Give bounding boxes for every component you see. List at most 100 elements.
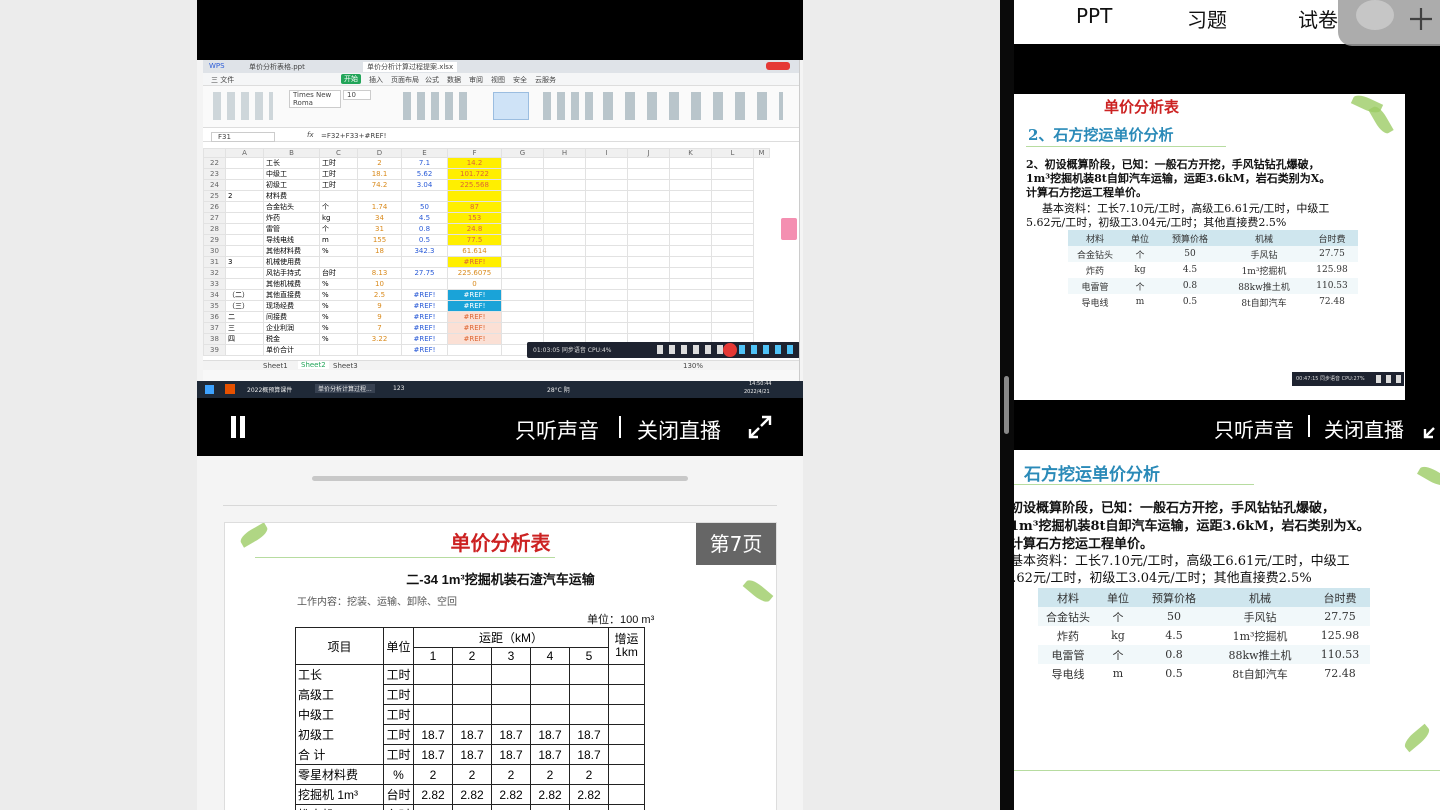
xlsx-file-tab[interactable]: 单价分析计算过程提案.xlsx xyxy=(363,62,458,72)
column-header-f[interactable]: F xyxy=(447,148,502,158)
cell-c[interactable]: 个 xyxy=(319,223,358,235)
audio-only-button[interactable]: 只听声音 xyxy=(1214,414,1294,443)
cell-empty[interactable] xyxy=(627,289,670,301)
column-header-g[interactable]: G xyxy=(501,148,544,158)
windows-start-icon[interactable] xyxy=(205,385,214,394)
cell-d[interactable]: 155 xyxy=(357,234,402,246)
formula-input[interactable]: =F32+F33+#REF! xyxy=(321,132,386,140)
audio-only-button[interactable]: 只听声音 xyxy=(515,415,599,445)
menu-view[interactable]: 视图 xyxy=(491,75,505,85)
cell-empty[interactable] xyxy=(627,179,670,191)
cell-empty[interactable] xyxy=(585,201,628,213)
cell-b[interactable]: 风钻手持式 xyxy=(263,267,320,279)
cell-d[interactable]: 1.74 xyxy=(357,201,402,213)
cell-empty[interactable] xyxy=(711,179,754,191)
menu-insert[interactable]: 插入 xyxy=(369,75,383,85)
cell-empty[interactable] xyxy=(543,168,586,180)
drag-handle[interactable] xyxy=(312,476,688,481)
cell-b[interactable]: 间接费 xyxy=(263,311,320,323)
cell-empty[interactable] xyxy=(501,300,544,312)
cell-f[interactable]: 87 xyxy=(447,201,502,213)
cell-b[interactable]: 炸药 xyxy=(263,212,320,224)
cell-c[interactable]: % xyxy=(319,322,358,334)
side-float-widget[interactable] xyxy=(781,218,797,240)
column-header-m[interactable]: M xyxy=(753,148,770,158)
cell-f[interactable]: 153 xyxy=(447,212,502,224)
cell-a[interactable]: （三） xyxy=(225,300,264,312)
cell-empty[interactable] xyxy=(543,256,586,268)
fullscreen-icon[interactable] xyxy=(1422,414,1440,440)
cell-empty[interactable] xyxy=(627,245,670,257)
cell-d[interactable] xyxy=(357,256,402,268)
cell-empty[interactable] xyxy=(501,256,544,268)
cell-empty[interactable] xyxy=(585,212,628,224)
cell-empty[interactable] xyxy=(711,157,754,169)
cell-empty[interactable] xyxy=(501,267,544,279)
close-live-button[interactable]: 关闭直播 xyxy=(1324,414,1404,443)
cell-empty[interactable] xyxy=(543,223,586,235)
cell-d[interactable]: 74.2 xyxy=(357,179,402,191)
cell-empty[interactable] xyxy=(669,278,712,290)
cell-e[interactable]: #REF! xyxy=(401,333,448,345)
cell-a[interactable] xyxy=(225,157,264,169)
ppt-app-icon[interactable] xyxy=(225,384,235,394)
sheet-tab-2[interactable]: Sheet2 xyxy=(298,361,329,369)
menu-page-layout[interactable]: 页面布局 xyxy=(391,75,419,85)
cell-b[interactable]: 税金 xyxy=(263,333,320,345)
cell-b[interactable]: 导线电线 xyxy=(263,234,320,246)
cell-empty[interactable] xyxy=(501,190,544,202)
cell-empty[interactable] xyxy=(501,212,544,224)
cell-e[interactable]: 0.5 xyxy=(401,234,448,246)
clipboard-tools-icon[interactable] xyxy=(213,92,273,120)
cell-d[interactable]: 18.1 xyxy=(357,168,402,180)
column-header-i[interactable]: I xyxy=(585,148,628,158)
cell-c[interactable]: 工时 xyxy=(319,179,358,191)
cell-d[interactable]: 9 xyxy=(357,311,402,323)
cell-c[interactable]: 工时 xyxy=(319,168,358,180)
cell-empty[interactable] xyxy=(543,278,586,290)
font-family-select[interactable]: Times New Roma xyxy=(289,90,341,108)
cell-f[interactable]: 0 xyxy=(447,278,502,290)
column-header-k[interactable]: K xyxy=(669,148,712,158)
column-header-h[interactable]: H xyxy=(543,148,586,158)
cell-empty[interactable] xyxy=(585,234,628,246)
split-resize-handle[interactable] xyxy=(1004,376,1009,434)
recorder-tools-icon[interactable] xyxy=(739,345,797,354)
cell-f[interactable]: #REF! xyxy=(447,256,502,268)
cell-empty[interactable] xyxy=(501,245,544,257)
cell-empty[interactable] xyxy=(711,311,754,323)
cell-c[interactable]: % xyxy=(319,245,358,257)
cell-empty[interactable] xyxy=(543,201,586,213)
plus-icon[interactable] xyxy=(1408,6,1434,32)
cell-a[interactable]: 四 xyxy=(225,333,264,345)
cell-empty[interactable] xyxy=(543,322,586,334)
font-size-select[interactable]: 10 xyxy=(343,90,371,100)
cell-e[interactable]: 3.04 xyxy=(401,179,448,191)
floating-action-button[interactable] xyxy=(1338,0,1440,46)
cell-empty[interactable] xyxy=(585,300,628,312)
menu-data[interactable]: 数据 xyxy=(447,75,461,85)
cell-d[interactable]: 8.13 xyxy=(357,267,402,279)
cell-b[interactable]: 中级工 xyxy=(263,168,320,180)
cell-empty[interactable] xyxy=(585,179,628,191)
alignment-tools-icon[interactable] xyxy=(403,92,473,120)
cell-empty[interactable] xyxy=(585,322,628,334)
cell-reference-box[interactable]: F31 xyxy=(211,132,275,142)
cell-e[interactable]: #REF! xyxy=(401,322,448,334)
cell-c[interactable]: % xyxy=(319,278,358,290)
cell-a[interactable] xyxy=(225,234,264,246)
cell-a[interactable]: 3 xyxy=(225,256,264,268)
pause-icon[interactable] xyxy=(231,416,249,438)
cell-f[interactable]: 225.568 xyxy=(447,179,502,191)
cell-empty[interactable] xyxy=(627,322,670,334)
cell-f[interactable]: #REF! xyxy=(447,311,502,323)
tab-exercises[interactable]: 习题 xyxy=(1187,4,1227,33)
cell-empty[interactable] xyxy=(543,212,586,224)
cell-empty[interactable] xyxy=(669,168,712,180)
cell-empty[interactable] xyxy=(627,278,670,290)
cell-d[interactable]: 2.5 xyxy=(357,289,402,301)
cell-a[interactable]: 二 xyxy=(225,311,264,323)
cell-empty[interactable] xyxy=(711,245,754,257)
cell-c[interactable] xyxy=(319,190,358,202)
cell-empty[interactable] xyxy=(669,190,712,202)
